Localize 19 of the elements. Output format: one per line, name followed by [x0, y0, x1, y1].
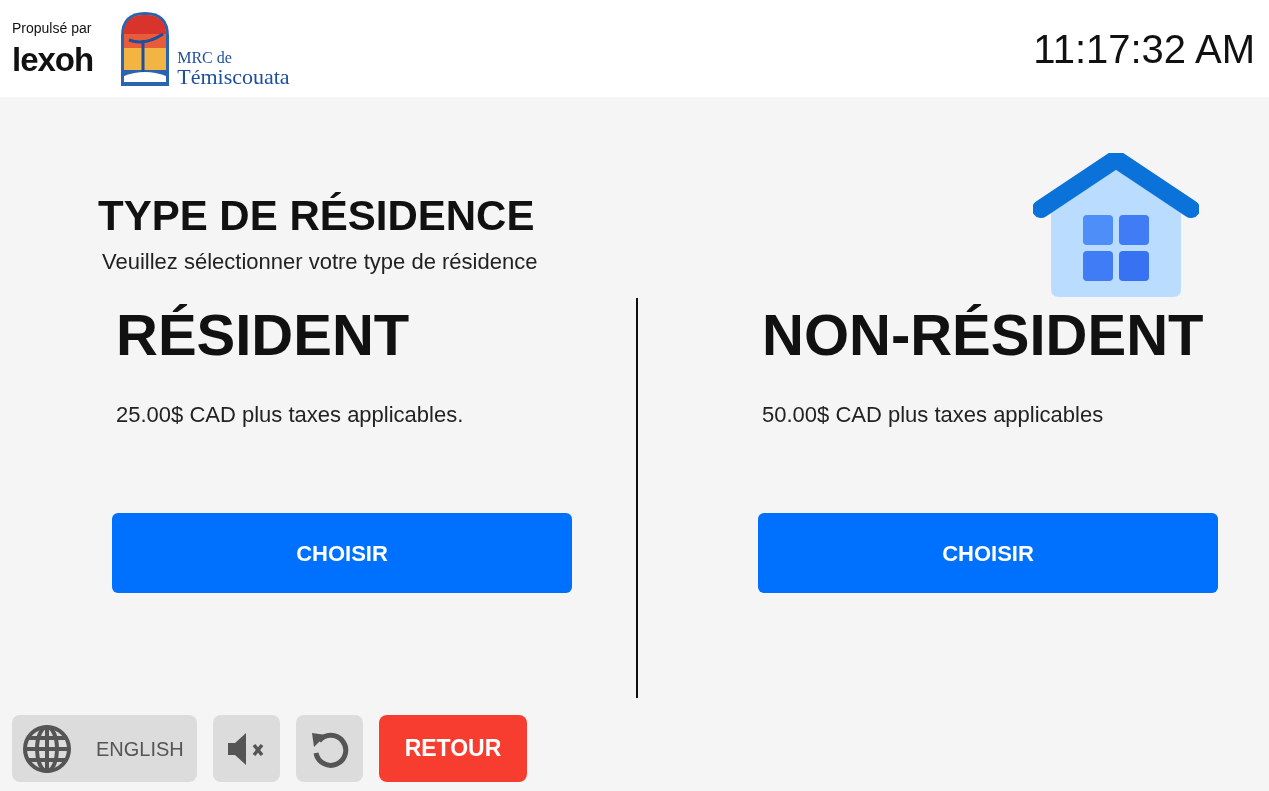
page-title: TYPE DE RÉSIDENCE [98, 191, 536, 241]
refresh-button[interactable] [296, 715, 363, 782]
option-title: RÉSIDENT [116, 306, 411, 364]
brand-logo: lexoh [12, 43, 94, 76]
choose-button[interactable]: CHOISIR [112, 513, 572, 593]
page-subtitle: Veuillez sélectionner votre type de résidence [102, 248, 538, 277]
choose-button[interactable]: CHOISIR [758, 513, 1218, 593]
option-title: NON-RÉSIDENT [762, 306, 1205, 364]
logo-text: MRC de [177, 49, 233, 66]
clock: 11:17:32 AM [1033, 25, 1255, 73]
language-button[interactable]: ENGLISH [12, 715, 197, 782]
house-icon [1033, 153, 1199, 299]
mute-button[interactable] [213, 715, 280, 782]
logo-text: Témiscouata [177, 65, 290, 88]
powered-by-label: Propulsé par [12, 21, 93, 35]
globe-icon [22, 723, 72, 774]
back-button[interactable]: RETOUR [379, 715, 527, 782]
option-price: 50.00$ CAD plus taxes applicables [762, 401, 1105, 429]
option-price: 25.00$ CAD plus taxes applicables. [116, 401, 465, 429]
